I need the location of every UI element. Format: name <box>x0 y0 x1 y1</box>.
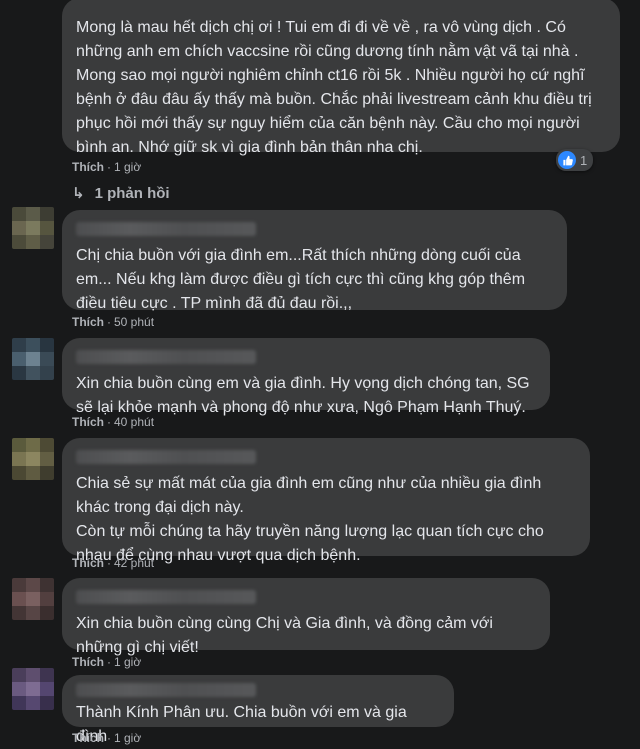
commenter-name[interactable] <box>76 350 256 364</box>
commenter-name[interactable] <box>76 683 256 697</box>
comment-text: Chia sẻ sự mất mát của gia đình em cũng … <box>76 475 544 564</box>
comment-bubble: Xin chia buồn cùng cùng Chị và Gia đình,… <box>62 578 550 656</box>
comment-meta: Thích · 50 phút <box>72 315 155 329</box>
like-link[interactable]: Thích <box>72 160 104 174</box>
comment-meta: Thích · 1 giờ <box>72 655 142 669</box>
comment-time[interactable]: 42 phút <box>114 556 154 570</box>
comment-bubble: Xin chia buồn cùng em và gia đình. Hy vọ… <box>62 338 550 416</box>
reaction-badge[interactable]: 1 <box>556 149 594 171</box>
comment-meta: Thích · 1 giờ <box>72 731 142 745</box>
like-link[interactable]: Thích <box>72 415 104 429</box>
reaction-count: 1 <box>580 152 588 168</box>
avatar[interactable] <box>12 578 54 620</box>
comment-bubble: Chị chia buồn với gia đình em...Rất thíc… <box>62 210 567 312</box>
comment-bubble: Chia sẻ sự mất mát của gia đình em cũng … <box>62 438 590 564</box>
commenter-name[interactable] <box>76 450 256 464</box>
view-replies-link[interactable]: ↳ 1 phản hồi <box>72 184 170 203</box>
avatar[interactable] <box>12 207 54 249</box>
comment-time[interactable]: 50 phút <box>114 315 154 329</box>
comment-meta: Thích · 40 phút <box>72 415 155 429</box>
commenter-name[interactable] <box>76 222 256 236</box>
comment-bubble: Thành Kính Phân ưu. Chia buồn với em và … <box>62 675 454 745</box>
like-link[interactable]: Thích <box>72 731 104 745</box>
thumbs-up-icon <box>558 151 576 169</box>
comment-time[interactable]: 40 phút <box>114 415 154 429</box>
like-link[interactable]: Thích <box>72 655 104 669</box>
comment-meta: Thích · 42 phút <box>72 556 155 570</box>
comment-time[interactable]: 1 giờ <box>114 731 141 745</box>
comment-meta: Thích · 1 giờ <box>72 160 142 174</box>
replies-label: 1 phản hồi <box>94 184 170 202</box>
comment-time[interactable]: 1 giờ <box>114 160 141 174</box>
comment-text: Xin chia buồn cùng em và gia đình. Hy vọ… <box>76 375 530 416</box>
reply-arrow-icon: ↳ <box>72 185 85 202</box>
commenter-name[interactable] <box>76 590 256 604</box>
comment-text: Xin chia buồn cùng cùng Chị và Gia đình,… <box>76 615 493 656</box>
comment-text: Chị chia buồn với gia đình em...Rất thíc… <box>76 247 526 312</box>
comment-text: Mong là mau hết dịch chị ơi ! Tui em đi … <box>76 19 592 156</box>
like-link[interactable]: Thích <box>72 556 104 570</box>
avatar[interactable] <box>12 338 54 380</box>
avatar[interactable] <box>12 668 54 710</box>
avatar[interactable] <box>12 438 54 480</box>
comment-time[interactable]: 1 giờ <box>114 655 141 669</box>
like-link[interactable]: Thích <box>72 315 104 329</box>
comment-bubble: Mong là mau hết dịch chị ơi ! Tui em đi … <box>62 0 620 156</box>
